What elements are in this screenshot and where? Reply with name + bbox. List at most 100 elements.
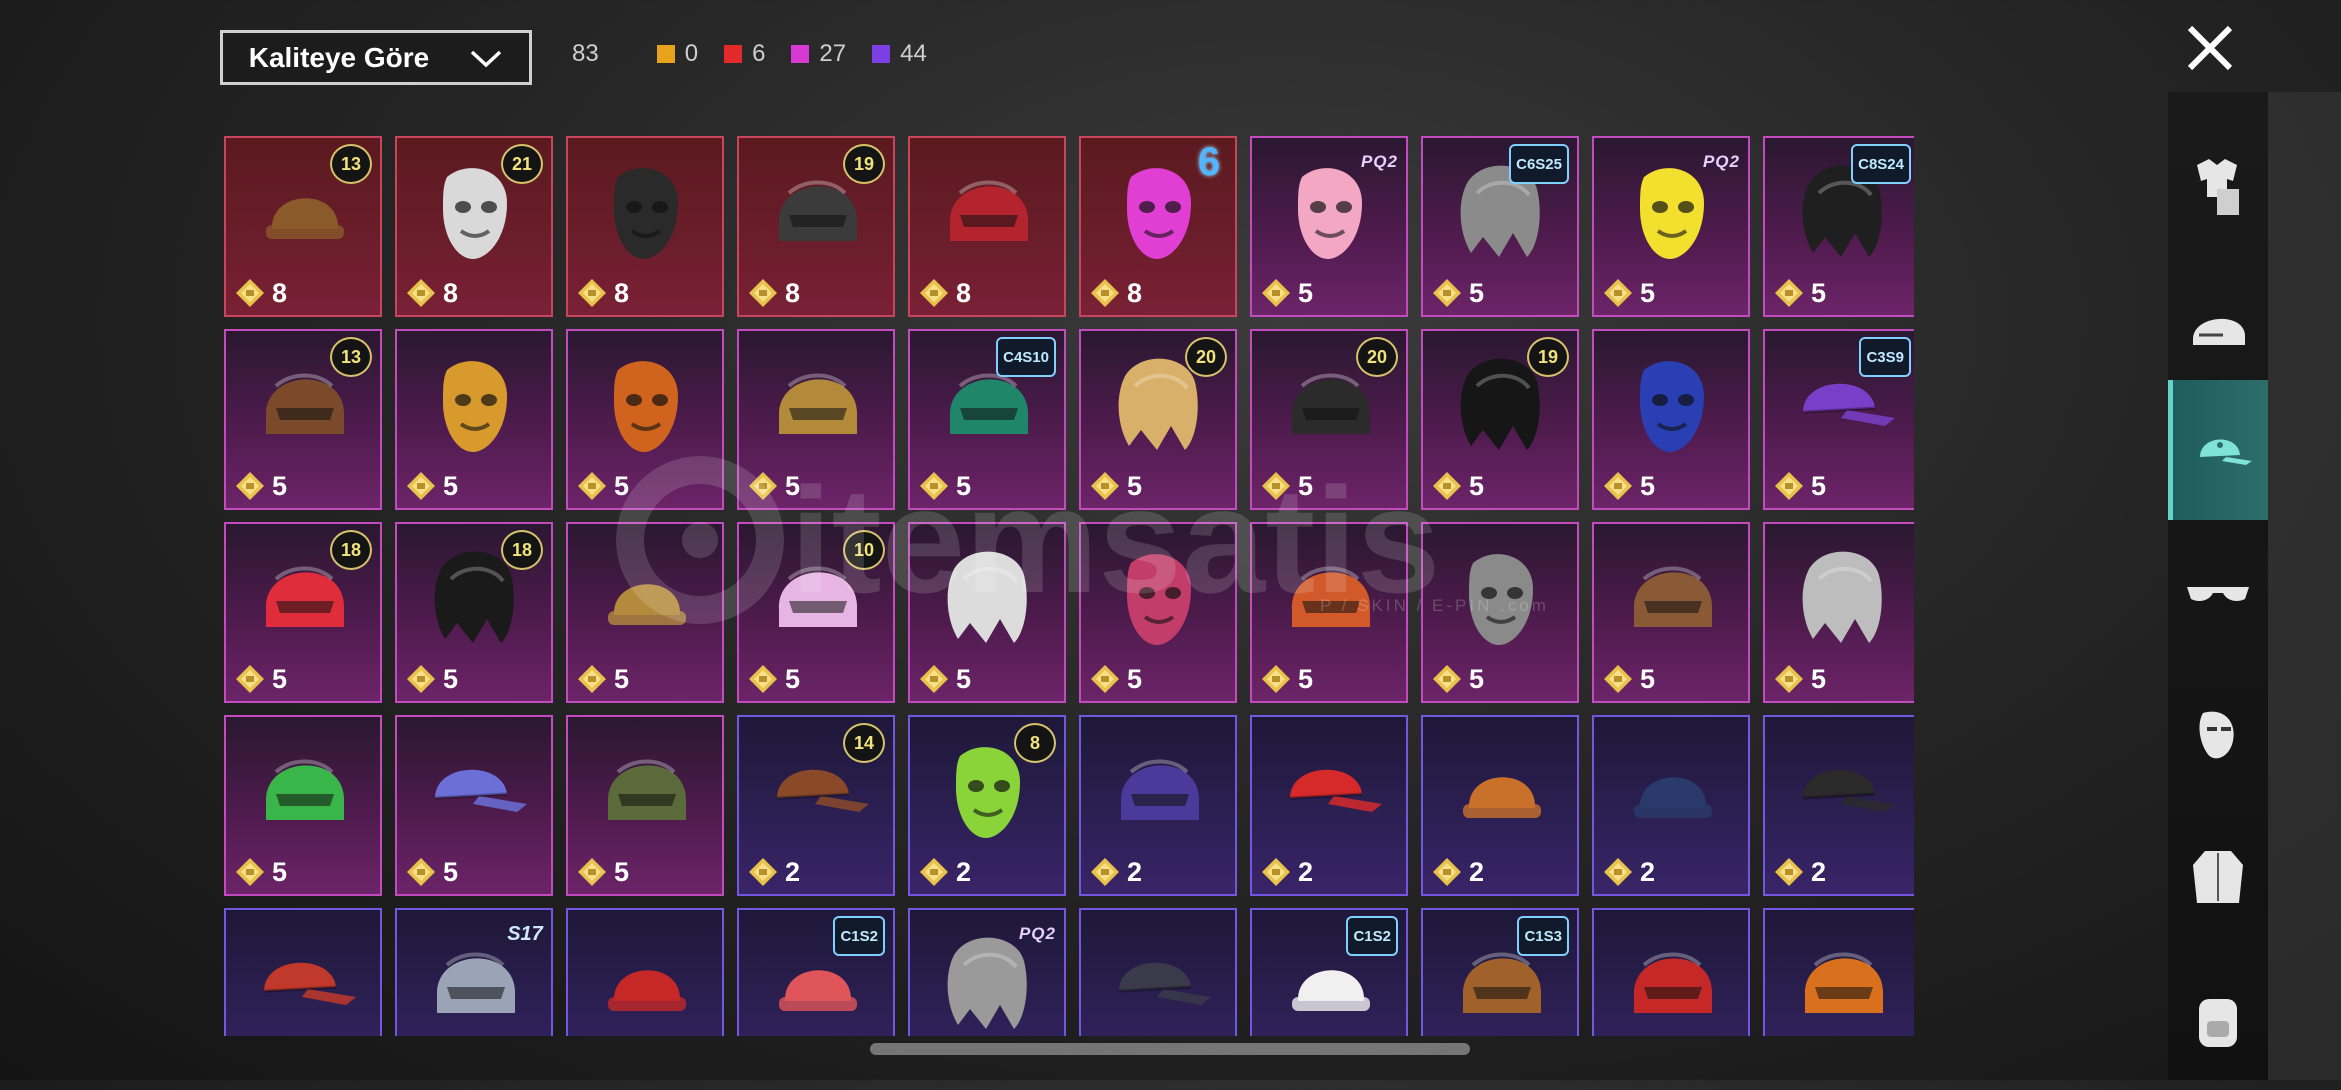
item-price-value: 8 [1127, 277, 1143, 308]
bonus-points-icon [920, 858, 948, 886]
item-card[interactable] [1079, 908, 1237, 1036]
category-sidebar [2168, 92, 2268, 1080]
holo-cap-icon [434, 769, 527, 812]
item-card[interactable]: 5 [908, 522, 1066, 703]
stat-red-value: 6 [752, 40, 766, 67]
item-card[interactable]: 5 [1592, 522, 1750, 703]
item-card[interactable]: 82 [908, 715, 1066, 896]
item-card[interactable]: 13 5 [224, 329, 382, 510]
item-badge: C1S3 [1517, 916, 1569, 956]
bonus-points-icon [236, 858, 264, 886]
bonus-points-icon [1433, 858, 1461, 886]
sort-dropdown[interactable]: Kaliteye Göre [220, 30, 532, 85]
item-card[interactable] [1592, 908, 1750, 1036]
item-price: 5 [1089, 663, 1142, 695]
item-card[interactable]: C1S2 [737, 908, 895, 1036]
close-button[interactable] [2180, 18, 2240, 78]
tab-jacket[interactable] [2168, 808, 2268, 948]
item-card[interactable]: C8S24 5 [1763, 136, 1914, 317]
tab-mask[interactable] [2168, 666, 2268, 806]
item-card[interactable]: 8 [566, 136, 724, 317]
item-card[interactable]: 19 5 [1421, 329, 1579, 510]
item-card[interactable]: 5 [1763, 522, 1914, 703]
bonus-points-icon [1091, 279, 1119, 307]
item-card[interactable]: PQ2 5 [1592, 136, 1750, 317]
item-price: 5 [918, 470, 971, 502]
bonus-points-icon [578, 472, 606, 500]
item-card[interactable]: 5 [395, 329, 553, 510]
bonus-points-icon [749, 665, 777, 693]
item-price-value: 5 [1640, 470, 1656, 501]
item-price: 5 [405, 470, 458, 502]
item-card[interactable]: 18 5 [395, 522, 553, 703]
tab-helmet[interactable] [2168, 260, 2268, 400]
item-card[interactable]: 5 [224, 715, 382, 896]
bonus-points-icon [1262, 279, 1290, 307]
item-card[interactable]: 2 [1592, 715, 1750, 896]
item-card[interactable]: 10 5 [737, 522, 895, 703]
item-card[interactable]: 2 [1079, 715, 1237, 896]
close-icon [2187, 25, 2233, 71]
item-card[interactable] [224, 908, 382, 1036]
item-price: 8 [918, 277, 971, 309]
item-card[interactable]: 2 [1250, 715, 1408, 896]
item-card[interactable]: 5 [566, 329, 724, 510]
item-card[interactable]: 5 [737, 329, 895, 510]
item-card[interactable]: 5 [1592, 329, 1750, 510]
item-card[interactable]: 20 5 [1250, 329, 1408, 510]
item-card[interactable]: 2 [1421, 715, 1579, 896]
navy-beanie-icon [1634, 777, 1712, 818]
feather-headdress-icon [1127, 554, 1191, 645]
cap-icon [2199, 439, 2252, 465]
item-badge: 14 [843, 723, 885, 763]
tab-glasses[interactable] [2168, 522, 2268, 662]
item-card[interactable]: C6S25 5 [1421, 136, 1579, 317]
tab-cap[interactable] [2168, 380, 2268, 520]
item-card[interactable]: 18 5 [224, 522, 382, 703]
item-card[interactable]: 5 [395, 715, 553, 896]
bonus-points-icon [1433, 279, 1461, 307]
item-card[interactable]: 5 [566, 522, 724, 703]
item-card[interactable]: S17 [395, 908, 553, 1036]
item-card[interactable]: 21 8 [395, 136, 553, 317]
backpack-icon [2199, 999, 2237, 1047]
item-badge: 13 [330, 337, 372, 377]
item-price-value: 5 [272, 663, 288, 694]
item-price-value: 5 [443, 663, 459, 694]
tab-outfit[interactable] [2168, 116, 2268, 256]
item-card[interactable]: C4S10 5 [908, 329, 1066, 510]
item-card[interactable]: 5 [566, 715, 724, 896]
item-card[interactable] [566, 908, 724, 1036]
item-card[interactable]: 19 8 [737, 136, 895, 317]
stat-gold-value: 0 [684, 40, 699, 67]
item-card[interactable]: C1S3 [1421, 908, 1579, 1036]
football-helmet-icon [1633, 952, 1712, 1013]
item-card[interactable]: C1S2 [1250, 908, 1408, 1036]
item-card[interactable]: 14 2 [737, 715, 895, 896]
item-price: 2 [918, 856, 971, 888]
item-card[interactable]: PQ2 5 [1250, 136, 1408, 317]
item-badge: 20 [1356, 337, 1398, 377]
item-card[interactable]: 20 5 [1079, 329, 1237, 510]
bonus-points-icon [1091, 665, 1119, 693]
bonus-points-icon [1775, 279, 1803, 307]
item-price-value: 5 [956, 663, 972, 694]
item-card[interactable]: PQ2 [908, 908, 1066, 1036]
item-card[interactable]: 68 [1079, 136, 1237, 317]
bonus-points-icon [236, 665, 264, 693]
item-price: 5 [234, 856, 287, 888]
item-card[interactable]: 8 [908, 136, 1066, 317]
bonus-points-icon [407, 279, 435, 307]
horizontal-scrollbar[interactable] [870, 1043, 1470, 1055]
item-price: 8 [576, 277, 629, 309]
bonus-points-icon [920, 472, 948, 500]
item-price-value: 8 [272, 277, 288, 308]
item-card[interactable] [1763, 908, 1914, 1036]
item-card[interactable]: 13 8 [224, 136, 382, 317]
tab-backpack[interactable] [2168, 950, 2268, 1090]
item-card[interactable]: 2 [1763, 715, 1914, 896]
item-price-value: 8 [443, 277, 459, 308]
item-card[interactable]: C3S9 5 [1763, 329, 1914, 510]
item-card[interactable]: 5 [1079, 522, 1237, 703]
item-price: 5 [1260, 663, 1313, 695]
